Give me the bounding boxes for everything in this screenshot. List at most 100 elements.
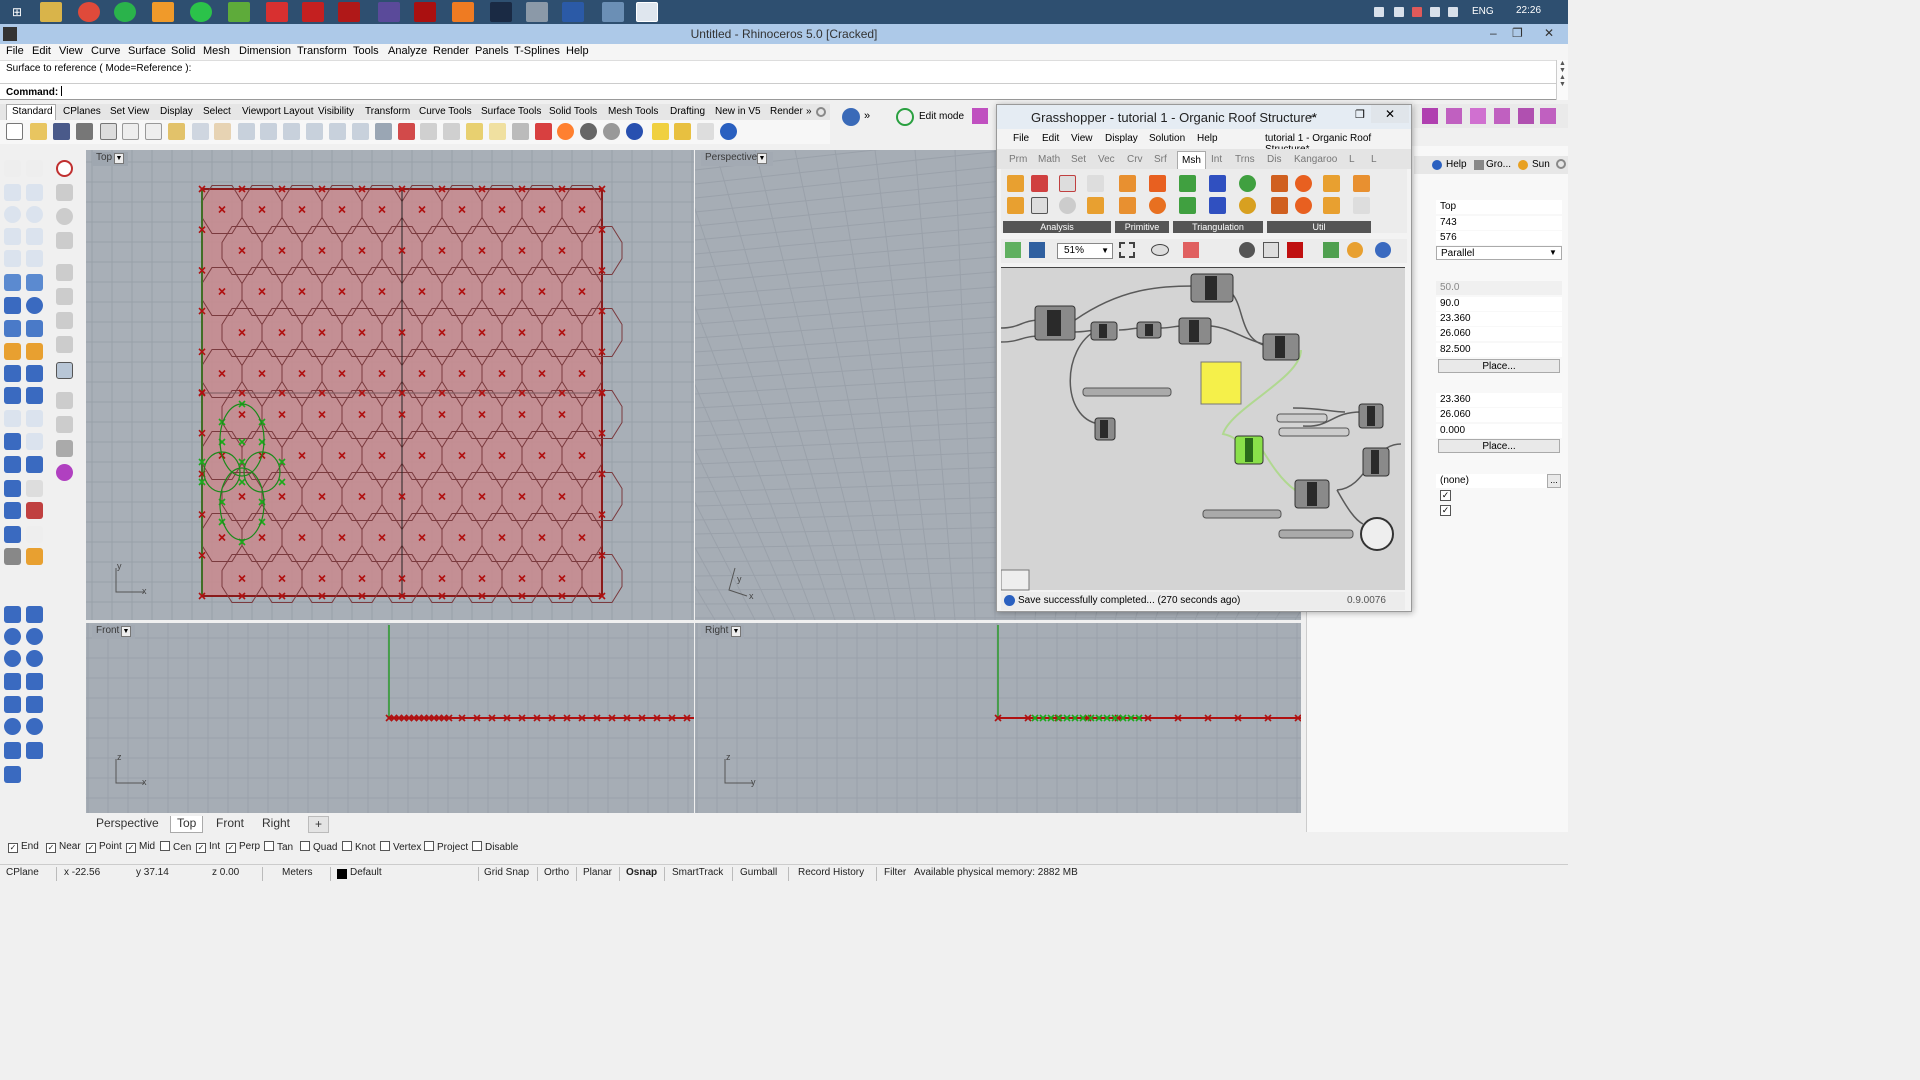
command-scrollbar[interactable]: ▲ ▼ ▲ ▼ (1556, 60, 1568, 100)
prop-projection[interactable]: Parallel (1436, 246, 1562, 260)
flower-icon[interactable] (56, 464, 73, 481)
split-icon[interactable] (4, 365, 21, 382)
menu-edit[interactable]: Edit (32, 45, 51, 57)
gh-menu-file[interactable]: File (1013, 133, 1029, 144)
info-icon[interactable] (56, 160, 73, 177)
explode-icon[interactable] (26, 456, 43, 473)
arc-icon[interactable] (4, 228, 21, 245)
tsplines-tool5-icon[interactable] (1518, 108, 1534, 124)
osnap-perp[interactable]: ✓ Perp (226, 841, 260, 853)
tab-cplanes[interactable]: CPlanes (63, 106, 101, 117)
viewport-icon[interactable] (352, 123, 369, 140)
primitive-tool1-icon[interactable] (1119, 175, 1136, 192)
network-icon[interactable] (56, 232, 73, 249)
hammer-icon[interactable] (56, 392, 73, 409)
util-tool6-icon[interactable] (1295, 197, 1312, 214)
osnap-point-checkbox[interactable]: ✓ (86, 843, 96, 853)
wrench-icon[interactable] (56, 416, 73, 433)
analysis-tool8-icon[interactable] (1087, 197, 1104, 214)
tsplines-tool4-icon[interactable] (1494, 108, 1510, 124)
gh-definition-graph[interactable] (1001, 268, 1405, 591)
gh-minimize-button[interactable]: – (1309, 108, 1316, 122)
save-icon[interactable] (53, 123, 70, 140)
tray-arrow-icon[interactable] (1374, 7, 1384, 17)
menu-dimension[interactable]: Dimension (239, 45, 291, 57)
ellipsoid-blue-icon[interactable] (26, 628, 43, 645)
paraboloid-blue-icon[interactable] (4, 673, 21, 690)
cube-blue1-icon[interactable] (4, 606, 21, 623)
box-edit3-icon[interactable] (56, 336, 73, 353)
triangulation-tool1-icon[interactable] (1179, 175, 1196, 192)
prop-target-z[interactable]: 0.000 (1436, 424, 1562, 438)
tab-surface-tools[interactable]: Surface Tools (481, 106, 541, 117)
array-icon[interactable] (26, 480, 43, 497)
red-app-icon[interactable] (266, 2, 288, 22)
disc-blue-icon[interactable] (26, 650, 43, 667)
rect-blue-icon[interactable] (26, 742, 43, 759)
blue-sphere-icon[interactable] (626, 123, 643, 140)
globe-icon[interactable] (842, 108, 860, 126)
viewport-top[interactable]: y x Top ▼ (86, 150, 694, 620)
analysis-tool7-icon[interactable] (1059, 197, 1076, 214)
osnap-project-checkbox[interactable] (424, 841, 434, 851)
gh-color-icon[interactable] (1347, 242, 1363, 258)
prop-width[interactable]: 743 (1436, 216, 1562, 230)
osnap-vertex[interactable]: Vertex (380, 841, 421, 853)
menu-render[interactable]: Render (433, 45, 469, 57)
gh-menu-display[interactable]: Display (1105, 133, 1138, 144)
pdf-app-icon[interactable] (302, 2, 324, 22)
gh-zoom-dropdown-icon[interactable]: ▼ (1101, 244, 1109, 258)
tsplines-tool6-icon[interactable] (1540, 108, 1556, 124)
cut-icon[interactable] (122, 123, 139, 140)
menu-surface[interactable]: Surface (128, 45, 166, 57)
fillet-icon[interactable] (26, 250, 43, 267)
rectangle-icon[interactable] (26, 228, 43, 245)
gh-open-icon[interactable] (1005, 242, 1021, 258)
osnap-mid-checkbox[interactable]: ✓ (126, 843, 136, 853)
vp-tab-top[interactable]: Top (170, 816, 204, 833)
green-app-icon[interactable] (228, 2, 250, 22)
copy-icon[interactable] (145, 123, 162, 140)
pencil-icon[interactable] (652, 123, 669, 140)
cone-blue-icon[interactable] (26, 673, 43, 690)
tab-drafting[interactable]: Drafting (670, 106, 705, 117)
gh-bake-icon[interactable] (1323, 242, 1339, 258)
polyline-icon[interactable] (4, 184, 21, 201)
status-cplane[interactable]: CPlane (6, 867, 39, 878)
dimension-tool-icon[interactable] (26, 433, 43, 450)
primitive-tool3-icon[interactable] (1119, 197, 1136, 214)
prop-camera-x[interactable]: 23.360 (1436, 312, 1562, 326)
triangulation-tool2-icon[interactable] (1209, 175, 1226, 192)
status-units[interactable]: Meters (282, 867, 313, 878)
front-viewport-canvas[interactable]: z x (86, 623, 694, 813)
place-target-button[interactable]: Place... (1438, 439, 1560, 453)
cylinder-blue-icon[interactable] (26, 606, 43, 623)
prop-rotation[interactable]: 90.0 (1436, 297, 1562, 311)
transform-icon[interactable] (4, 343, 21, 360)
curl-blue-icon[interactable] (4, 742, 21, 759)
menu-help[interactable]: Help (566, 45, 589, 57)
triangulation-tool6-icon[interactable] (1239, 197, 1256, 214)
new-file-icon[interactable] (6, 123, 23, 140)
lock-icon[interactable] (512, 123, 529, 140)
four-view-icon[interactable] (375, 123, 392, 140)
osnap-int[interactable]: ✓ Int (196, 841, 220, 853)
menu-tools[interactable]: Tools (353, 45, 379, 57)
text-icon[interactable] (4, 433, 21, 450)
ribbon-group-triangulation[interactable]: Triangulation (1173, 221, 1263, 233)
util-tool3-icon[interactable] (1323, 175, 1340, 192)
triangulation-tool4-icon[interactable] (1179, 197, 1196, 214)
tab-new-in-v5[interactable]: New in V5 (715, 106, 761, 117)
tray-language[interactable]: ENG (1472, 6, 1494, 17)
gear-tools-icon[interactable] (674, 123, 691, 140)
sphere-icon[interactable] (26, 297, 43, 314)
status-grid-snap[interactable]: Grid Snap (484, 867, 529, 878)
cplane-tool-icon[interactable] (4, 526, 21, 543)
tab-transform[interactable]: Transform (365, 106, 410, 117)
paste-icon[interactable] (168, 123, 185, 140)
box-select-icon[interactable] (56, 362, 73, 379)
tab-display[interactable]: Display (160, 106, 193, 117)
vp-tab-perspective[interactable]: Perspective (90, 816, 165, 833)
wallpaper-browse-button[interactable]: ... (1547, 474, 1561, 488)
gh-zoom-extents-icon[interactable] (1119, 242, 1135, 258)
